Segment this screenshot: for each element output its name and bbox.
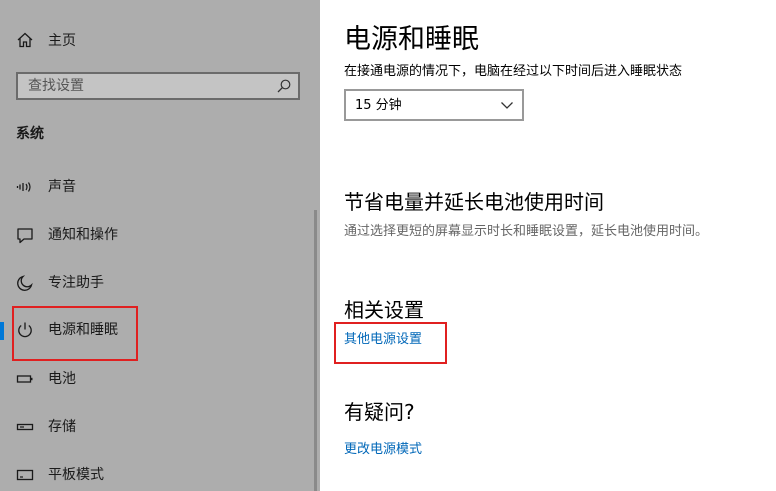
- sidebar-item-storage[interactable]: 存储: [0, 407, 310, 447]
- sidebar: 主页 系统 声音 通知和操作: [0, 0, 320, 491]
- question-heading: 有疑问?: [344, 400, 415, 424]
- dropdown-value: 15 分钟: [355, 98, 402, 113]
- sidebar-item-label: 平板模式: [48, 467, 104, 483]
- power-icon: [18, 322, 32, 338]
- home-icon: [17, 32, 33, 48]
- sleep-description: 在接通电源的情况下，电脑在经过以下时间后进入睡眠状态: [344, 64, 683, 79]
- main-content: 电源和睡眠 在接通电源的情况下，电脑在经过以下时间后进入睡眠状态 15 分钟 节…: [320, 0, 776, 491]
- sidebar-item-sound[interactable]: 声音: [0, 167, 310, 207]
- battery-icon: [16, 375, 33, 383]
- search-icon[interactable]: [276, 78, 292, 94]
- sidebar-item-focus-assist[interactable]: 专注助手: [0, 263, 310, 303]
- notification-icon: [17, 228, 33, 244]
- tablet-icon: [16, 469, 34, 481]
- sidebar-item-battery[interactable]: 电池: [0, 359, 310, 399]
- chevron-down-icon: [501, 102, 513, 109]
- battery-description: 通过选择更短的屏幕显示时长和睡眠设置，延长电池使用时间。: [344, 224, 709, 239]
- sidebar-item-notifications[interactable]: 通知和操作: [0, 215, 310, 255]
- sidebar-item-power-sleep[interactable]: 电源和睡眠: [0, 310, 310, 350]
- speaker-icon: [16, 182, 31, 192]
- related-settings-heading: 相关设置: [344, 298, 424, 322]
- sidebar-item-label: 电源和睡眠: [48, 322, 118, 338]
- sidebar-item-label: 声音: [48, 179, 76, 195]
- storage-icon: [16, 423, 34, 431]
- sidebar-home-label: 主页: [48, 33, 76, 49]
- moon-icon: [17, 275, 33, 291]
- battery-heading: 节省电量并延长电池使用时间: [344, 190, 604, 214]
- other-power-settings-link[interactable]: 其他电源设置: [344, 331, 422, 349]
- sidebar-item-label: 电池: [48, 371, 76, 387]
- sidebar-item-label: 通知和操作: [48, 227, 118, 243]
- search-box[interactable]: [16, 72, 300, 100]
- sidebar-item-label: 存储: [48, 419, 76, 435]
- change-power-mode-link[interactable]: 更改电源模式: [344, 441, 422, 459]
- sleep-timeout-dropdown[interactable]: 15 分钟: [344, 89, 524, 121]
- section-title-system: 系统: [16, 126, 44, 142]
- sidebar-home[interactable]: 主页: [0, 26, 300, 56]
- active-indicator: [0, 322, 4, 340]
- sidebar-scrollbar[interactable]: [314, 210, 317, 491]
- sidebar-item-label: 专注助手: [48, 275, 104, 291]
- settings-window: 主页 系统 声音 通知和操作: [0, 0, 776, 491]
- search-input[interactable]: [18, 74, 278, 98]
- sidebar-item-tablet-mode[interactable]: 平板模式: [0, 455, 310, 491]
- page-title: 电源和睡眠: [344, 24, 479, 55]
